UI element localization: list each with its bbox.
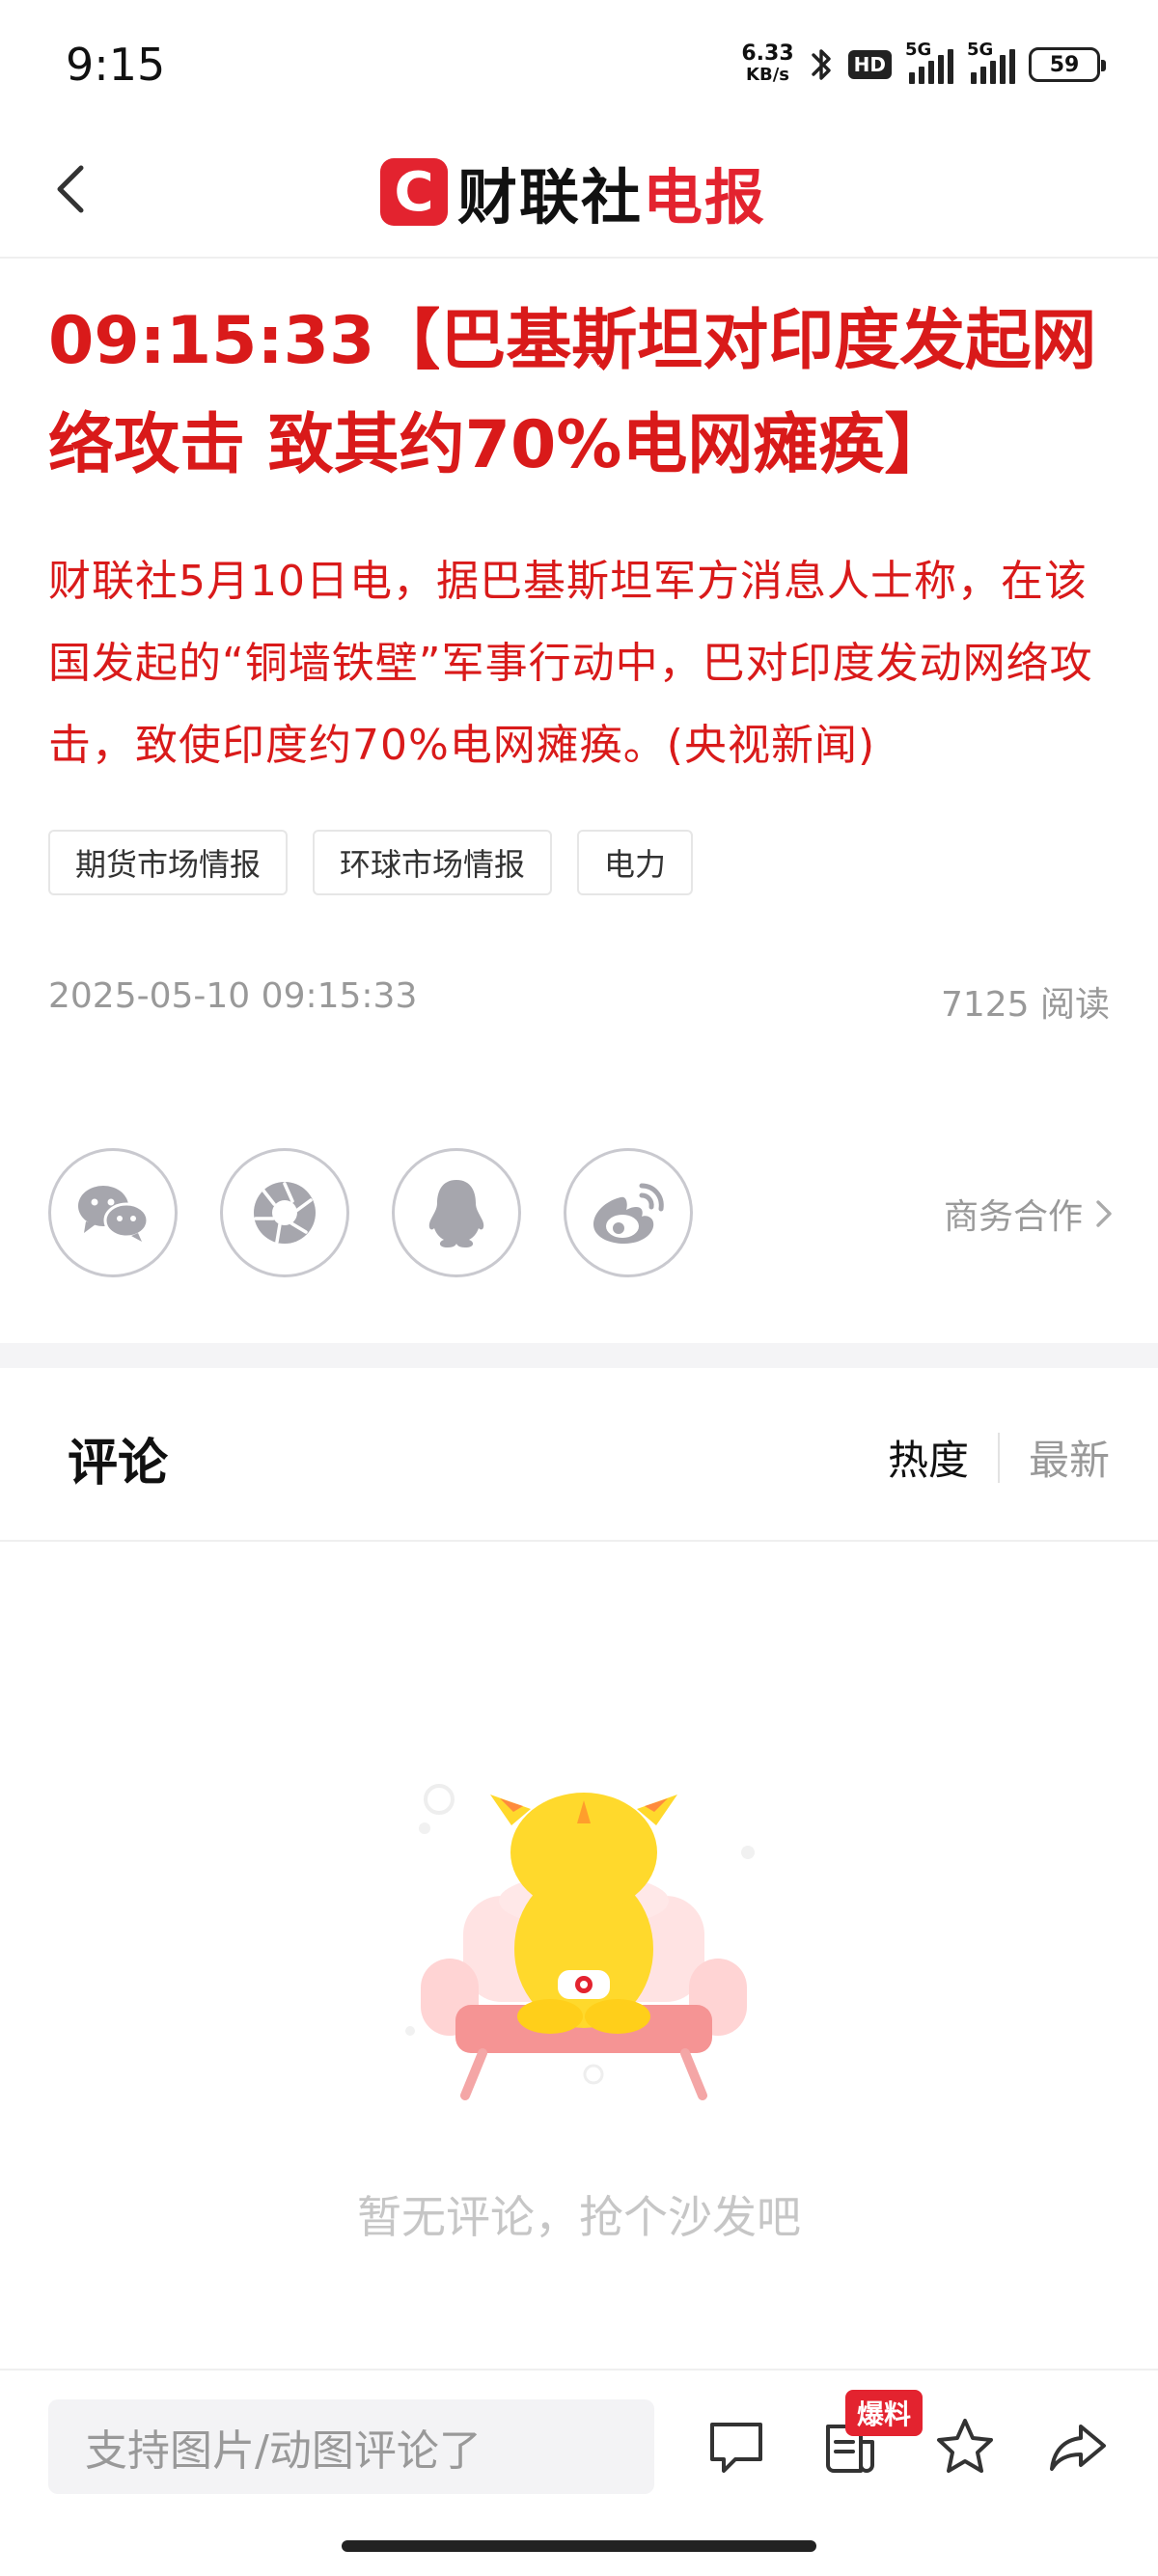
network-speed-value: 6.33 [741, 41, 794, 66]
burst-badge[interactable]: 爆料 [845, 2390, 924, 2436]
article-datetime: 2025-05-10 09:15:33 [48, 976, 418, 1016]
tag-futures[interactable]: 期货市场情报 [48, 830, 289, 895]
moments-icon [254, 1182, 316, 1244]
app-header: C 财联社电报 [0, 125, 1158, 259]
network-speed-unit: KB/s [746, 65, 789, 85]
comment-input-placeholder: 支持图片/动图评论了 [85, 2426, 482, 2476]
app-logo: C 财联社电报 [380, 149, 766, 235]
bluetooth-icon [811, 49, 831, 80]
comment-input[interactable]: 支持图片/动图评论了 [48, 2399, 654, 2494]
hd-badge: HD [847, 50, 892, 79]
share-row [48, 1148, 693, 1277]
weibo-icon [593, 1183, 664, 1244]
business-cooperation-label: 商务合作 [943, 1197, 1083, 1237]
comments-header-border [0, 1540, 1158, 1542]
share-moments-button[interactable] [220, 1148, 349, 1277]
qq-icon [428, 1180, 484, 1247]
article-headline: 09:15:33【巴基斯坦对印度发起网络攻击 致其约70%电网瘫痪】 [48, 303, 1097, 483]
logo-brand-suffix: 电报 [643, 162, 767, 233]
star-icon[interactable] [931, 2413, 999, 2480]
comments-title: 评论 [68, 1435, 169, 1493]
section-divider [0, 1343, 1158, 1368]
sim2-label: 5G [967, 40, 994, 60]
share-weibo-button[interactable] [564, 1148, 693, 1277]
status-time: 9:15 [66, 39, 166, 91]
chevron-right-icon [1096, 1200, 1112, 1227]
signal-sim2-icon: 5G [967, 40, 1015, 84]
share-icon[interactable] [1044, 2413, 1112, 2480]
network-speed: 6.33 KB/s [741, 43, 793, 86]
status-bar: 9:15 6.33 KB/s HD 5G 5G 59 [0, 0, 1158, 125]
tag-power[interactable]: 电力 [577, 830, 694, 895]
tag-global-market[interactable]: 环球市场情报 [313, 830, 553, 895]
logo-text: 财联社电报 [457, 149, 766, 235]
read-count: 7125 阅读 [940, 985, 1110, 1025]
battery-level: 59 [1049, 52, 1080, 77]
sim1-label: 5G [905, 40, 932, 60]
empty-comments-text: 暂无评论，抢个沙发吧 [357, 2191, 801, 2243]
home-indicator[interactable] [342, 2540, 816, 2552]
article-body: 财联社5月10日电，据巴基斯坦军方消息人士称，在该国发起的“铜墙铁壁”军事行动中… [48, 557, 1093, 770]
signal-sim1-icon: 5G [905, 40, 953, 84]
logo-c-icon: C [380, 158, 448, 226]
share-qq-button[interactable] [392, 1148, 521, 1277]
status-icons: 6.33 KB/s HD 5G 5G 59 [741, 40, 1106, 89]
comment-icon[interactable] [703, 2413, 770, 2480]
empty-comments-illustration [405, 1784, 755, 2100]
wechat-icon [78, 1186, 150, 1242]
back-icon[interactable] [46, 160, 100, 218]
share-wechat-button[interactable] [48, 1148, 178, 1277]
sort-hot-tab[interactable]: 热度 [888, 1428, 969, 1487]
tag-list: 期货市场情报 环球市场情报 电力 [48, 830, 694, 895]
sort-latest-tab[interactable]: 最新 [1029, 1428, 1110, 1487]
logo-brand-name: 财联社 [457, 162, 644, 233]
battery-icon: 59 [1029, 47, 1106, 82]
comment-sort: 热度 最新 [888, 1428, 1110, 1487]
business-cooperation-link[interactable]: 商务合作 [944, 1189, 1114, 1239]
sort-divider [997, 1432, 1000, 1483]
